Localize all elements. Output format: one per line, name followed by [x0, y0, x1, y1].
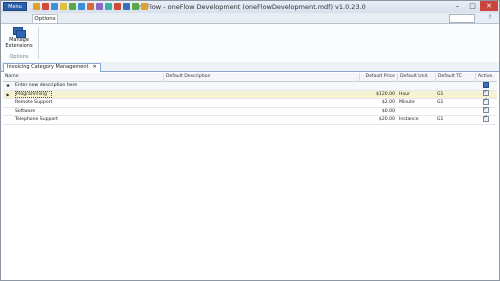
column-header-tc[interactable]: Default TC — [435, 73, 475, 81]
close-button[interactable]: ✕ — [480, 1, 498, 11]
quick-access-icon[interactable] — [141, 3, 148, 10]
quick-access-icon[interactable] — [105, 3, 112, 10]
tab-options[interactable]: Options — [32, 14, 58, 23]
ribbon: Manage Extensions Options — [1, 23, 499, 63]
column-header-unit[interactable]: Default Unit — [397, 73, 435, 81]
table-row[interactable]: Remote Support $2.00 Minute G1 — [3, 97, 497, 108]
new-row-placeholder[interactable]: Enter new description here — [13, 82, 163, 90]
manage-extensions-button[interactable]: Manage Extensions — [5, 27, 33, 53]
quick-access-icon[interactable] — [42, 3, 49, 10]
column-header-active[interactable]: Active — [475, 73, 497, 81]
table-row[interactable]: Telephone Support $20.00 Instance G1 — [3, 114, 497, 125]
active-checkbox[interactable] — [483, 89, 489, 96]
column-header-name[interactable]: Name — [3, 73, 163, 81]
name-cell[interactable]: Remote Support — [13, 99, 163, 107]
quick-access-icon[interactable] — [60, 3, 67, 10]
document-tab-bar: Invoicing Category Management ✕ — [1, 62, 499, 72]
maximize-button[interactable]: □ — [465, 1, 480, 11]
name-cell-text: Programming — [15, 90, 52, 98]
unit-cell[interactable]: Instance — [397, 116, 435, 124]
active-checkbox[interactable] — [483, 106, 489, 113]
close-tab-icon[interactable]: ✕ — [93, 64, 97, 72]
new-row-active-checkbox[interactable] — [483, 81, 489, 88]
new-row[interactable]: ✱ Enter new description here — [3, 81, 497, 91]
price-cell[interactable]: $2.00 — [359, 99, 397, 107]
tc-cell[interactable]: G1 — [435, 99, 475, 107]
name-cell[interactable]: Software — [13, 108, 163, 116]
table-row[interactable]: Software $0.00 — [3, 106, 497, 116]
active-checkbox[interactable] — [483, 97, 489, 105]
extensions-icon — [13, 27, 26, 38]
quick-access-icon[interactable] — [96, 3, 103, 10]
ribbon-group-divider — [38, 27, 39, 59]
quick-access-icon[interactable] — [123, 3, 130, 10]
quick-access-icon[interactable] — [33, 3, 40, 10]
grid-header: Name Default Description Default Price D… — [3, 73, 497, 82]
quick-access-toolbar — [33, 3, 148, 10]
ribbon-group-label: Options — [9, 54, 29, 60]
manage-extensions-label: Manage Extensions — [5, 37, 33, 49]
category-grid: Name Default Description Default Price D… — [3, 73, 497, 125]
quick-access-icon[interactable] — [132, 3, 139, 10]
help-icon[interactable]: ? — [484, 14, 496, 22]
quick-access-icon[interactable] — [51, 3, 58, 10]
price-cell[interactable]: $120.00 — [359, 91, 397, 99]
table-row[interactable]: ▶ Programming $120.00 Hour G1 — [3, 89, 497, 99]
quick-access-icon[interactable] — [114, 3, 121, 10]
row-indicator: ▶ — [6, 91, 10, 97]
tab-invoicing-category-management[interactable]: Invoicing Category Management ✕ — [3, 63, 101, 72]
ribbon-tab-strip: Options ? — [1, 13, 499, 23]
column-header-description[interactable]: Default Description — [163, 73, 359, 81]
app-window: oneFlow - oneFlow Development (oneFlowDe… — [0, 0, 500, 281]
doc-tab-label: Invoicing Category Management — [7, 64, 89, 70]
column-header-price[interactable]: Default Price — [359, 73, 397, 81]
active-cell — [475, 114, 497, 124]
menu-label: Menu — [8, 4, 22, 10]
quick-access-icon[interactable] — [87, 3, 94, 10]
active-checkbox[interactable] — [483, 114, 489, 122]
name-cell[interactable]: Telephone Support — [13, 116, 163, 124]
quick-access-icon[interactable] — [78, 3, 85, 10]
price-cell[interactable]: $0.00 — [359, 108, 397, 116]
tc-cell[interactable]: G1 — [435, 91, 475, 99]
window-controls: – □ ✕ — [450, 1, 498, 11]
price-cell[interactable]: $20.00 — [359, 116, 397, 124]
unit-cell[interactable]: Minute — [397, 99, 435, 107]
name-cell[interactable]: Programming — [13, 90, 163, 98]
tc-cell[interactable]: G1 — [435, 116, 475, 124]
quick-access-icon[interactable] — [69, 3, 76, 10]
grid-rows: ▶Programming$120.00HourG1Remote Support$… — [3, 89, 497, 125]
minimize-button[interactable]: – — [450, 1, 465, 11]
unit-cell[interactable]: Hour — [397, 91, 435, 99]
search-input[interactable] — [449, 14, 475, 23]
menu-button[interactable]: Menu — [3, 2, 27, 11]
new-row-indicator-icon: ✱ — [6, 83, 10, 88]
